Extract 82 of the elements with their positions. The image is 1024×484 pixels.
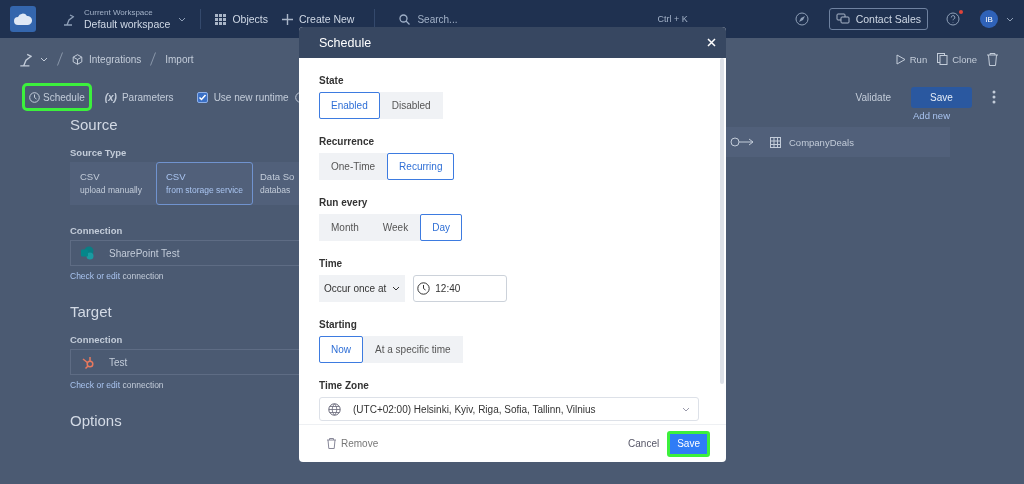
validate-button[interactable]: Validate [855, 91, 891, 103]
objects-menu[interactable]: Objects [215, 13, 268, 25]
field-label: Time Zone [319, 380, 369, 391]
field-label: Time [319, 258, 343, 269]
desk-lamp-icon [62, 12, 76, 26]
segment-option[interactable]: Disabled [379, 92, 443, 119]
schedule-tab[interactable]: Schedule [22, 83, 92, 111]
field-label: Starting [319, 319, 357, 330]
check-connection-link[interactable]: Check or edit [70, 271, 121, 281]
create-new-menu[interactable]: Create New [282, 13, 355, 25]
time-mode-dropdown[interactable]: Occur once at [319, 275, 406, 302]
search-icon [399, 13, 411, 25]
segment-option[interactable]: Month [319, 214, 371, 241]
segment-option[interactable]: One-Time [319, 153, 388, 180]
breadcrumb-link[interactable]: Integrations [89, 53, 142, 65]
field-label: Connection [70, 334, 123, 345]
run-button[interactable]: Run [895, 53, 928, 65]
segment-option[interactable]: Enabled [319, 92, 380, 119]
clock-icon [417, 282, 431, 295]
chat-bubbles-icon [835, 13, 850, 25]
link-suffix: connection [122, 271, 164, 281]
clone-button[interactable]: Clone [937, 53, 977, 65]
scrollbar[interactable] [720, 58, 724, 384]
segment-option[interactable]: Now [319, 336, 363, 363]
cloud-logo-icon[interactable] [10, 6, 36, 32]
shortcut-hint: Ctrl + K [657, 14, 689, 24]
cube-icon [72, 53, 83, 65]
workspace-label: Current Workspace [84, 8, 154, 18]
remove-button[interactable]: Remove [327, 438, 379, 449]
segment-option[interactable]: Recurring [387, 153, 455, 180]
source-type-option[interactable]: CSV from storage service [156, 162, 253, 205]
compass-icon[interactable] [794, 12, 809, 26]
check-connection-link[interactable]: Check or edit [70, 380, 121, 390]
workspace-selector[interactable]: Default workspace [84, 17, 171, 30]
field-label: State [319, 75, 344, 86]
trash-icon[interactable] [987, 52, 998, 66]
segment-option[interactable]: At a specific time [363, 336, 463, 363]
grid-icon [215, 13, 227, 25]
timezone-dropdown[interactable]: (UTC+02:00) Helsinki, Kyiv, Riga, Sofia, Tallinn, Vilnius [319, 397, 699, 421]
source-type-option[interactable]: CSV upload manually [70, 162, 152, 205]
chevron-down-icon [392, 286, 401, 291]
chevron-down-icon[interactable] [40, 56, 48, 62]
chevron-down-icon[interactable] [178, 16, 187, 22]
time-field[interactable]: 12:40 [413, 275, 508, 302]
link-suffix: connection [122, 380, 164, 390]
dialog-title: Schedule [319, 35, 372, 50]
segment-option[interactable]: Week [370, 214, 421, 241]
source-type-option[interactable]: Data So databas [257, 162, 298, 205]
segment-option[interactable]: Day [420, 214, 462, 241]
field-label: Connection [70, 225, 123, 236]
user-avatar[interactable]: IB [980, 10, 998, 28]
field-label: Recurrence [319, 136, 375, 147]
table-icon [770, 136, 781, 148]
trash-icon [327, 438, 336, 449]
plus-icon [282, 13, 293, 25]
section-heading: Target [70, 303, 112, 320]
desk-lamp-icon[interactable] [18, 51, 34, 67]
field-label: Run every [319, 197, 368, 208]
slash-separator-icon [150, 52, 157, 66]
clock-icon [29, 91, 40, 103]
search-field[interactable]: Search... [415, 12, 500, 26]
globe-icon [328, 402, 341, 416]
help-icon[interactable] [946, 12, 960, 26]
checkbox-label[interactable]: Use new runtime [213, 91, 289, 103]
parameters-tab[interactable]: (x) Parameters [97, 83, 181, 111]
save-button[interactable]: Save [911, 86, 972, 108]
section-heading: Source [70, 116, 118, 133]
copy-icon [937, 53, 949, 65]
add-new-link[interactable]: Add new [913, 110, 950, 121]
cancel-button[interactable]: Cancel [628, 438, 660, 449]
close-icon[interactable] [707, 38, 716, 47]
breadcrumb-current: Import [165, 53, 194, 65]
checkbox[interactable] [196, 91, 208, 103]
chevron-down-icon [682, 406, 690, 412]
slash-separator-icon [57, 52, 63, 66]
chevron-down-icon[interactable] [1006, 16, 1014, 22]
contact-sales-button[interactable]: Contact Sales [828, 8, 928, 30]
more-options-icon[interactable] [992, 90, 996, 104]
section-heading: Options [70, 412, 122, 429]
play-icon [895, 53, 906, 65]
save-button[interactable]: Save [667, 430, 710, 457]
field-label: Source Type [70, 147, 127, 158]
